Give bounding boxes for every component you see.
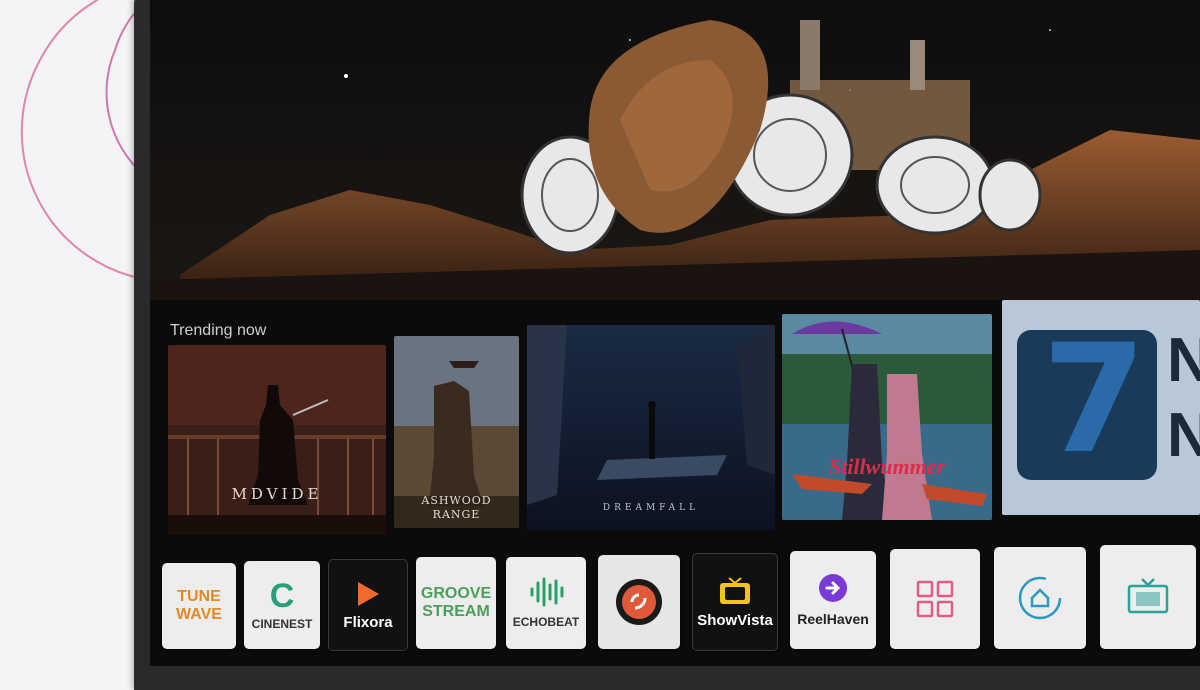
c-logo-icon: C — [269, 577, 295, 615]
app-label: CINENEST — [251, 617, 313, 631]
hero-banner[interactable] — [150, 0, 1200, 300]
poster-title: MDVIDE — [231, 485, 323, 503]
app-tile-radio[interactable] — [598, 555, 680, 649]
trending-card[interactable]: 7 N N — [1002, 300, 1200, 515]
trending-card[interactable]: DREAMFALL — [527, 325, 775, 530]
tv-input-icon — [1127, 578, 1169, 614]
broadcast-circle-icon — [616, 579, 662, 625]
poster-image — [168, 345, 386, 535]
poster-title: DREAMFALL — [602, 503, 700, 513]
home-circle-icon — [1018, 576, 1062, 620]
app-tile-flixora[interactable]: Flixora — [328, 559, 408, 651]
app-tile-home-dashboard[interactable] — [994, 547, 1086, 649]
play-triangle-icon — [358, 581, 379, 606]
app-label: Flixora — [343, 613, 393, 631]
app-label-line1: TUNE — [177, 588, 221, 605]
channel-number: 7 — [1042, 313, 1147, 487]
channel-letter-2: N — [1167, 401, 1200, 470]
app-tile-tv-input[interactable] — [1100, 545, 1196, 649]
poster-title-line1: ASHWOOD — [421, 494, 492, 507]
poster-title: Stillwummer — [828, 454, 946, 479]
sound-wave-icon — [530, 577, 564, 607]
tv-screen: Trending now MDVIDE ASHWOOD RANGE DREAMF… — [150, 0, 1200, 666]
trending-card[interactable]: Stillwummer — [782, 314, 992, 520]
poster-image — [527, 325, 775, 530]
trending-card[interactable]: ASHWOOD RANGE — [394, 336, 519, 528]
app-tile-tune-wave[interactable]: TUNE WAVE — [162, 563, 236, 649]
trending-card[interactable]: MDVIDE — [168, 345, 386, 535]
app-tile-all-apps[interactable] — [890, 549, 980, 649]
tv-icon — [720, 576, 750, 604]
hero-image — [150, 0, 1200, 300]
app-tile-echobeat[interactable]: ECHOBEAT — [506, 557, 586, 649]
app-label-line2: WAVE — [176, 606, 222, 623]
app-tile-showvista[interactable]: ShowVista — [692, 553, 778, 651]
apps-grid-icon — [916, 580, 954, 618]
app-tile-cinenest[interactable]: C CINENEST — [244, 561, 320, 649]
app-label: ShowVista — [697, 611, 773, 629]
app-label-line2: STREAM — [422, 603, 490, 620]
trending-row: MDVIDE ASHWOOD RANGE DREAMFALL Stillwumm… — [150, 300, 1200, 540]
app-label-line1: GROOVE — [420, 585, 492, 602]
channel-letter-1: N — [1167, 326, 1200, 395]
app-label: ECHOBEAT — [512, 615, 580, 629]
app-launcher-bar: TUNE WAVE C CINENEST Flixora GROOVE STRE… — [150, 545, 1200, 666]
arrow-circle-icon — [819, 574, 847, 602]
poster-title-line2: RANGE — [432, 508, 481, 521]
app-tile-groove-stream[interactable]: GROOVE STREAM — [416, 557, 496, 649]
app-label: ReelHaven — [797, 611, 869, 627]
poster-image — [782, 314, 992, 520]
app-tile-reelhaven[interactable]: ReelHaven — [790, 551, 876, 649]
